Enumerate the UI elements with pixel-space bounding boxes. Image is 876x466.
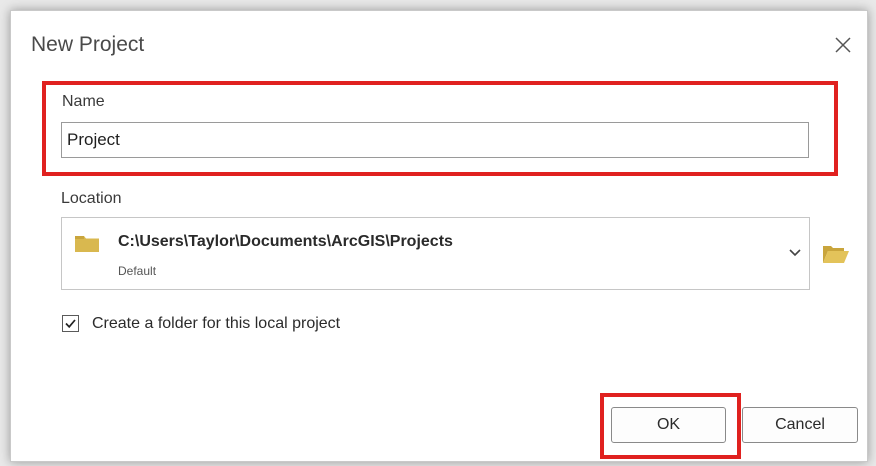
- browse-folder-button[interactable]: [822, 243, 850, 270]
- close-button[interactable]: [831, 33, 855, 57]
- folder-icon: [75, 236, 99, 252]
- close-icon: [835, 37, 851, 53]
- location-default-label: Default: [118, 264, 157, 278]
- create-folder-label[interactable]: Create a folder for this local project: [92, 315, 340, 333]
- cancel-button[interactable]: Cancel: [742, 407, 858, 443]
- location-path: C:\Users\Taylor\Documents\ArcGIS\Project…: [118, 233, 453, 250]
- create-folder-checkbox[interactable]: [62, 315, 79, 332]
- open-folder-icon: [823, 246, 849, 263]
- location-dropdown[interactable]: C:\Users\Taylor\Documents\ArcGIS\Project…: [61, 217, 810, 290]
- project-name-input[interactable]: [61, 122, 809, 158]
- ok-button[interactable]: OK: [611, 407, 726, 443]
- name-label: Name: [62, 93, 105, 110]
- dialog-title: New Project: [31, 33, 145, 56]
- chevron-down-icon: [789, 249, 801, 257]
- checkmark-icon: [65, 319, 76, 329]
- location-label: Location: [61, 190, 122, 207]
- new-project-dialog: New Project Name Location C:\Users\Taylo…: [10, 10, 868, 462]
